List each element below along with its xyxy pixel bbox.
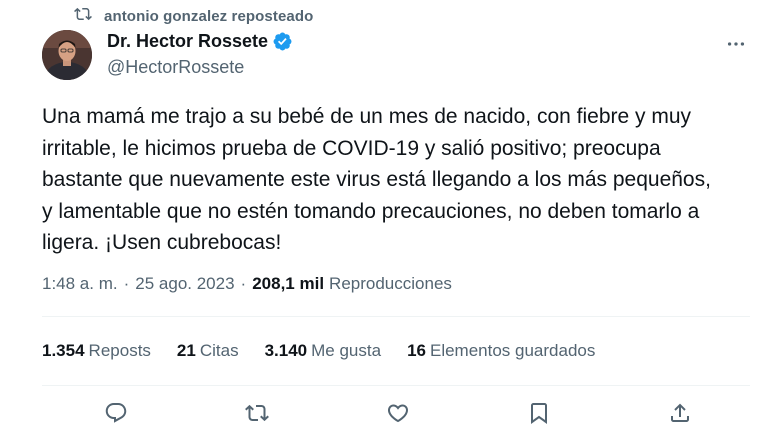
repost-icon[interactable] xyxy=(244,400,270,426)
reply-icon[interactable] xyxy=(103,400,129,426)
stat-label: Reposts xyxy=(88,341,151,360)
author-handle[interactable]: @HectorRossete xyxy=(107,57,293,78)
repost-icon xyxy=(74,5,92,28)
repost-label[interactable]: antonio gonzalez reposteado xyxy=(104,8,313,25)
stat-label: Me gusta xyxy=(311,341,382,360)
more-options-icon[interactable] xyxy=(722,30,750,58)
tweet-text: Una mamá me trajo a su bebé de un mes de… xyxy=(42,105,711,254)
stat-label: Elementos guardados xyxy=(429,341,596,360)
verified-badge-icon xyxy=(272,31,293,52)
author-avatar[interactable] xyxy=(42,30,92,80)
stat-reposts[interactable]: 1.354 Reposts xyxy=(42,341,151,361)
stat-count: 21 xyxy=(176,341,196,360)
bookmark-icon[interactable] xyxy=(526,400,552,426)
views-label: Reproducciones xyxy=(329,274,452,293)
stat-likes[interactable]: 3.140 Me gusta xyxy=(265,341,381,361)
views-count: 208,1 mil xyxy=(252,274,325,293)
tweet-date[interactable]: 25 ago. 2023 xyxy=(135,274,234,294)
meta-separator: · xyxy=(240,274,247,293)
stat-bookmarks[interactable]: 16 Elementos guardados xyxy=(407,341,595,361)
meta-separator: · xyxy=(123,274,130,293)
share-icon[interactable] xyxy=(667,400,693,426)
action-bar xyxy=(103,400,693,426)
stat-count: 16 xyxy=(407,341,426,360)
tweet-meta: 1:48 a. m. · 25 ago. 2023 · 208,1 mil Re… xyxy=(42,274,452,294)
divider xyxy=(42,316,750,317)
tweet-time[interactable]: 1:48 a. m. xyxy=(42,274,118,294)
stat-count: 1.354 xyxy=(42,341,85,360)
repost-header: antonio gonzalez reposteado xyxy=(74,5,313,28)
divider xyxy=(42,385,750,386)
author-info: Dr. Hector Rossete @HectorRossete xyxy=(107,31,293,78)
like-icon[interactable] xyxy=(385,400,411,426)
engagement-stats: 1.354 Reposts 21 Citas 3.140 Me gusta 16… xyxy=(42,341,595,361)
author-name[interactable]: Dr. Hector Rossete xyxy=(107,31,268,52)
stat-quotes[interactable]: 21 Citas xyxy=(177,341,239,361)
stat-count: 3.140 xyxy=(264,341,308,360)
stat-label: Citas xyxy=(199,341,239,360)
